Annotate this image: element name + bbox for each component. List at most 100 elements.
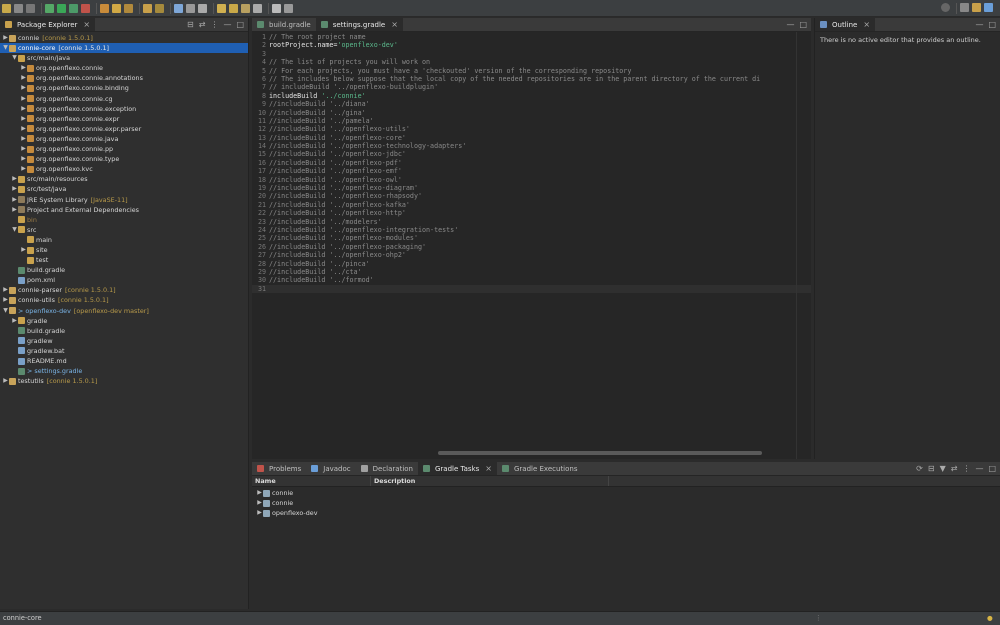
maximize-icon[interactable]: □ xyxy=(236,20,244,29)
tree-item[interactable]: ▶ org.openflexo.connie xyxy=(0,63,248,73)
link-icon[interactable]: ⇄ xyxy=(951,464,958,473)
external-tools-icon[interactable] xyxy=(81,3,90,13)
tree-item[interactable]: ▼ src xyxy=(0,225,248,235)
new-icon[interactable] xyxy=(2,3,11,13)
chevron-right-icon[interactable]: ▶ xyxy=(11,195,18,205)
save-all-icon[interactable] xyxy=(26,3,35,13)
col-description-header[interactable]: Description xyxy=(371,476,609,486)
gradle-project-row[interactable]: ▶ connie xyxy=(252,488,1000,498)
pin-icon[interactable] xyxy=(272,3,281,13)
minimize-icon[interactable]: — xyxy=(223,20,231,29)
maximize-icon[interactable]: □ xyxy=(799,20,807,29)
open-type-icon[interactable] xyxy=(143,3,152,13)
lightbulb-icon[interactable]: ● xyxy=(987,612,993,625)
chevron-right-icon[interactable]: ▶ xyxy=(20,104,27,114)
code-line[interactable]: 5// For each projects, you must have a '… xyxy=(252,67,811,75)
close-icon[interactable]: × xyxy=(391,20,398,29)
tree-item[interactable]: ▶ org.openflexo.connie.expr xyxy=(0,114,248,124)
code-line[interactable]: 12//includeBuild '../openflexo-utils' xyxy=(252,125,811,133)
code-line[interactable]: 30//includeBuild '../formod' xyxy=(252,276,811,284)
terminal-icon[interactable] xyxy=(174,3,183,13)
chevron-down-icon[interactable]: ▼ xyxy=(2,306,9,316)
tree-item[interactable]: ▶ org.openflexo.kvc xyxy=(0,164,248,174)
chevron-right-icon[interactable]: ▶ xyxy=(11,205,18,215)
tree-item[interactable]: ▶ testutils [connie 1.5.0.1] xyxy=(0,376,248,386)
code-line[interactable]: 22//includeBuild '../openflexo-http' xyxy=(252,209,811,217)
horizontal-scrollbar-thumb[interactable] xyxy=(438,451,762,455)
chevron-down-icon[interactable]: ▼ xyxy=(11,225,18,235)
tree-item[interactable]: ▶ org.openflexo.connie.type xyxy=(0,154,248,164)
tree-item[interactable]: pom.xml xyxy=(0,275,248,285)
col-name-header[interactable]: Name xyxy=(252,476,371,486)
code-line[interactable]: 6// The includes below suppose that the … xyxy=(252,75,811,83)
chevron-right-icon[interactable]: ▶ xyxy=(20,73,27,83)
tree-item[interactable]: ▶ connie [connie 1.5.0.1] xyxy=(0,33,248,43)
close-icon[interactable]: × xyxy=(485,464,492,473)
chevron-right-icon[interactable]: ▶ xyxy=(2,285,9,295)
tree-item[interactable]: README.md xyxy=(0,356,248,366)
close-icon[interactable]: × xyxy=(863,20,870,29)
new-java-project-icon[interactable] xyxy=(100,3,109,13)
tab-outline[interactable]: Outline × xyxy=(815,18,876,31)
link-with-editor-icon[interactable]: ⇄ xyxy=(199,20,206,29)
chevron-right-icon[interactable]: ▶ xyxy=(20,114,27,124)
run-icon[interactable] xyxy=(57,3,66,13)
tree-item[interactable]: ▶ Project and External Dependencies xyxy=(0,205,248,215)
code-line[interactable]: 24//includeBuild '../openflexo-integrati… xyxy=(252,226,811,234)
tab-editor-file[interactable]: settings.gradle × xyxy=(315,18,403,31)
chevron-right-icon[interactable]: ▶ xyxy=(20,63,27,73)
code-line[interactable]: 25//includeBuild '../openflexo-modules' xyxy=(252,234,811,242)
tree-item[interactable]: ▶ org.openflexo.connie.pp xyxy=(0,144,248,154)
last-edit-icon[interactable] xyxy=(241,3,250,13)
chevron-down-icon[interactable]: ▼ xyxy=(2,43,9,53)
tree-item[interactable]: ▶ org.openflexo.connie.annotations xyxy=(0,73,248,83)
maximize-icon[interactable]: □ xyxy=(988,464,996,473)
tab-bottom-view[interactable]: Declaration xyxy=(356,462,418,475)
wrench-icon[interactable] xyxy=(284,3,293,13)
perspective-open-icon[interactable] xyxy=(960,3,969,12)
chevron-right-icon[interactable]: ▶ xyxy=(20,245,27,255)
tree-item[interactable]: ▶ connie-parser [connie 1.5.0.1] xyxy=(0,285,248,295)
chevron-right-icon[interactable]: ▶ xyxy=(20,164,27,174)
collapse-all-icon[interactable]: ⊟ xyxy=(187,20,194,29)
chevron-right-icon[interactable]: ▶ xyxy=(20,134,27,144)
code-line[interactable]: 26//includeBuild '../openflexo-packaging… xyxy=(252,243,811,251)
chevron-right-icon[interactable]: ▶ xyxy=(11,316,18,326)
code-line[interactable]: 17//includeBuild '../openflexo-emf' xyxy=(252,167,811,175)
chevron-right-icon[interactable]: ▶ xyxy=(256,508,263,518)
code-line[interactable]: 28//includeBuild '../pinca' xyxy=(252,260,811,268)
code-line[interactable]: 13//includeBuild '../openflexo-core' xyxy=(252,134,811,142)
tab-editor-file[interactable]: build.gradle xyxy=(252,18,316,31)
tree-item[interactable]: > settings.gradle xyxy=(0,366,248,376)
chevron-right-icon[interactable]: ▶ xyxy=(20,144,27,154)
minimize-icon[interactable]: — xyxy=(975,464,983,473)
chevron-right-icon[interactable]: ▶ xyxy=(256,498,263,508)
code-line[interactable]: 4// The list of projects you will work o… xyxy=(252,58,811,66)
debug-icon[interactable] xyxy=(45,3,54,13)
chevron-right-icon[interactable]: ▶ xyxy=(20,94,27,104)
save-icon[interactable] xyxy=(14,3,23,13)
tree-item[interactable]: gradlew xyxy=(0,336,248,346)
back-icon[interactable] xyxy=(217,3,226,13)
horizontal-scrollbar[interactable] xyxy=(252,449,796,457)
code-line[interactable]: 18//includeBuild '../openflexo-owl' xyxy=(252,176,811,184)
code-line[interactable]: 16//includeBuild '../openflexo-pdf' xyxy=(252,159,811,167)
tree-item[interactable]: test xyxy=(0,255,248,265)
chevron-right-icon[interactable]: ▶ xyxy=(2,295,9,305)
refresh-icon[interactable]: ⟳ xyxy=(916,464,923,473)
tab-bottom-view[interactable]: Javadoc xyxy=(306,462,355,475)
code-line[interactable]: 3 xyxy=(252,50,811,58)
tree-item[interactable]: ▶ JRE System Library [JavaSE-11] xyxy=(0,195,248,205)
chevron-right-icon[interactable]: ▶ xyxy=(20,154,27,164)
code-line[interactable]: 29//includeBuild '../cta' xyxy=(252,268,811,276)
tree-item[interactable]: ▶ org.openflexo.connie.expr.parser xyxy=(0,124,248,134)
tree-item[interactable]: ▶ src/test/java xyxy=(0,184,248,194)
chevron-right-icon[interactable]: ▶ xyxy=(20,83,27,93)
tree-item[interactable]: ▼ connie-core [connie 1.5.0.1] xyxy=(0,43,248,54)
tab-bottom-view[interactable]: Gradle Tasks × xyxy=(418,462,497,475)
tree-item[interactable]: ▼ src/main/java xyxy=(0,53,248,63)
close-icon[interactable]: × xyxy=(83,20,90,29)
tree-item[interactable]: ▶ src/main/resources xyxy=(0,174,248,184)
chevron-right-icon[interactable]: ▶ xyxy=(256,488,263,498)
annotation-next-icon[interactable] xyxy=(186,3,195,13)
